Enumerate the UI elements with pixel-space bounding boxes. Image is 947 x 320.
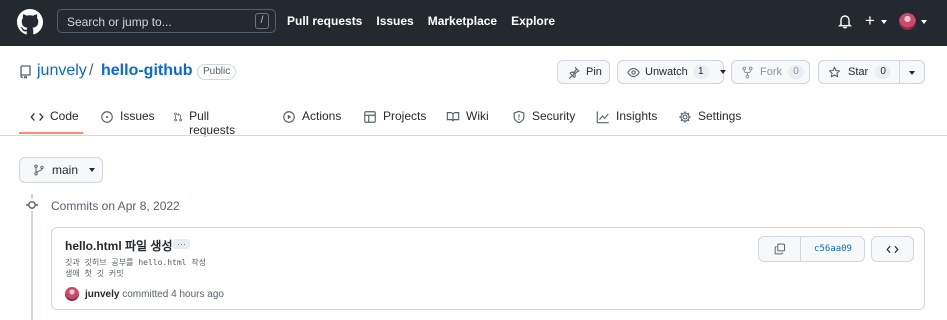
tab-pull-requests[interactable]: Pull requests bbox=[173, 104, 239, 137]
commit-list-item: hello.html 파일 생성 … 깃과 깃허브 공부를 hello.html… bbox=[51, 227, 925, 310]
tab-settings-label: Settings bbox=[698, 109, 742, 123]
star-list-chevron-down-icon[interactable] bbox=[909, 71, 915, 75]
fork-count-badge: 0 bbox=[788, 65, 804, 79]
tab-code[interactable]: Code bbox=[30, 104, 79, 135]
github-logo-icon[interactable] bbox=[17, 9, 43, 35]
branch-name: main bbox=[52, 163, 79, 177]
table-icon bbox=[364, 111, 376, 123]
commit-time-text: committed 4 hours ago bbox=[122, 289, 224, 300]
star-icon bbox=[828, 66, 841, 77]
nav-pull-requests[interactable]: Pull requests bbox=[287, 14, 362, 28]
repo-path-separator: / bbox=[89, 62, 94, 79]
star-button[interactable]: Star 0 bbox=[818, 60, 925, 84]
commit-body-text: 깃과 깃허브 공부를 hello.html 작성 생애 첫 깃 커밋 bbox=[65, 258, 207, 278]
global-header: Search or jump to... / Pull requests Iss… bbox=[0, 0, 947, 46]
bell-icon[interactable] bbox=[837, 13, 853, 29]
commit-sha-group: c56aa09 bbox=[758, 236, 865, 262]
search-input[interactable]: Search or jump to... / bbox=[57, 9, 276, 33]
pull-request-icon bbox=[174, 112, 182, 122]
unwatch-label: Unwatch bbox=[645, 66, 688, 78]
chevron-down-icon bbox=[89, 168, 96, 172]
expand-commit-body-button[interactable]: … bbox=[173, 238, 190, 249]
fork-label: Fork bbox=[760, 66, 782, 78]
nav-issues[interactable]: Issues bbox=[376, 14, 413, 28]
eye-icon bbox=[627, 67, 640, 77]
commit-sha-link[interactable]: c56aa09 bbox=[801, 237, 865, 261]
search-placeholder: Search or jump to... bbox=[67, 15, 172, 29]
selected-tab-underline bbox=[19, 132, 83, 134]
code-icon bbox=[30, 113, 44, 121]
branch-select-button[interactable]: main bbox=[19, 157, 103, 183]
browse-repo-at-commit-button[interactable] bbox=[871, 236, 914, 262]
commits-date-heading: Commits on Apr 8, 2022 bbox=[51, 199, 180, 213]
star-count-badge: 0 bbox=[875, 65, 892, 79]
tab-issues-label: Issues bbox=[120, 109, 155, 123]
pin-button[interactable]: Pin bbox=[557, 60, 610, 84]
issue-icon bbox=[101, 111, 113, 123]
user-avatar[interactable] bbox=[899, 13, 916, 30]
tab-issues[interactable]: Issues bbox=[100, 104, 155, 135]
tab-settings[interactable]: Settings bbox=[678, 104, 741, 135]
commit-timeline-line bbox=[31, 194, 33, 320]
unwatch-button[interactable]: Unwatch 1 bbox=[617, 60, 726, 84]
play-icon bbox=[283, 111, 295, 123]
user-menu-chevron-down-icon[interactable] bbox=[921, 20, 927, 24]
pin-icon bbox=[568, 66, 580, 79]
book-icon bbox=[446, 112, 460, 122]
copy-sha-button[interactable] bbox=[759, 237, 800, 261]
tab-insights-label: Insights bbox=[616, 109, 658, 123]
author-name-link[interactable]: junvely bbox=[85, 289, 119, 300]
create-new-button[interactable]: + bbox=[865, 11, 875, 31]
watch-count-badge: 1 bbox=[692, 65, 709, 79]
tab-wiki[interactable]: Wiki bbox=[446, 104, 489, 135]
tab-actions-label: Actions bbox=[302, 109, 342, 123]
search-hotkey-badge: / bbox=[255, 13, 269, 29]
repo-owner-link[interactable]: junvely bbox=[37, 62, 87, 80]
tab-projects-label: Projects bbox=[383, 109, 427, 123]
create-new-chevron-down-icon[interactable] bbox=[881, 20, 887, 24]
commit-node-icon bbox=[26, 199, 38, 211]
shield-icon bbox=[513, 110, 525, 124]
pin-label: Pin bbox=[586, 66, 602, 78]
copy-icon bbox=[774, 243, 785, 255]
gear-icon bbox=[679, 111, 691, 123]
chevron-down-icon bbox=[719, 70, 726, 74]
tab-pull-requests-label: Pull requests bbox=[189, 109, 236, 137]
nav-marketplace[interactable]: Marketplace bbox=[428, 14, 497, 28]
tab-projects[interactable]: Projects bbox=[363, 104, 426, 135]
tab-actions[interactable]: Actions bbox=[282, 104, 341, 135]
tab-security-label: Security bbox=[532, 109, 576, 123]
author-avatar[interactable] bbox=[65, 287, 79, 301]
star-label: Star bbox=[848, 66, 869, 78]
commit-meta: junvely committed 4 hours ago bbox=[85, 289, 224, 300]
tab-wiki-label: Wiki bbox=[466, 109, 489, 123]
tab-insights[interactable]: Insights bbox=[596, 104, 657, 135]
star-button-divider bbox=[899, 60, 900, 84]
repo-icon bbox=[20, 65, 31, 79]
code-icon bbox=[886, 245, 899, 253]
graph-icon bbox=[596, 111, 609, 124]
global-nav: Pull requests Issues Marketplace Explore bbox=[287, 14, 555, 28]
tab-code-label: Code bbox=[50, 109, 79, 123]
git-branch-icon bbox=[34, 164, 44, 176]
nav-explore[interactable]: Explore bbox=[511, 14, 555, 28]
fork-button[interactable]: Fork 0 bbox=[731, 60, 810, 84]
fork-icon bbox=[742, 66, 753, 78]
visibility-badge: Public bbox=[197, 64, 237, 80]
commit-title-link[interactable]: hello.html 파일 생성 bbox=[65, 237, 173, 254]
repo-name-link[interactable]: hello-github bbox=[101, 62, 193, 80]
tabs-divider bbox=[0, 135, 947, 136]
tab-security[interactable]: Security bbox=[512, 104, 575, 135]
